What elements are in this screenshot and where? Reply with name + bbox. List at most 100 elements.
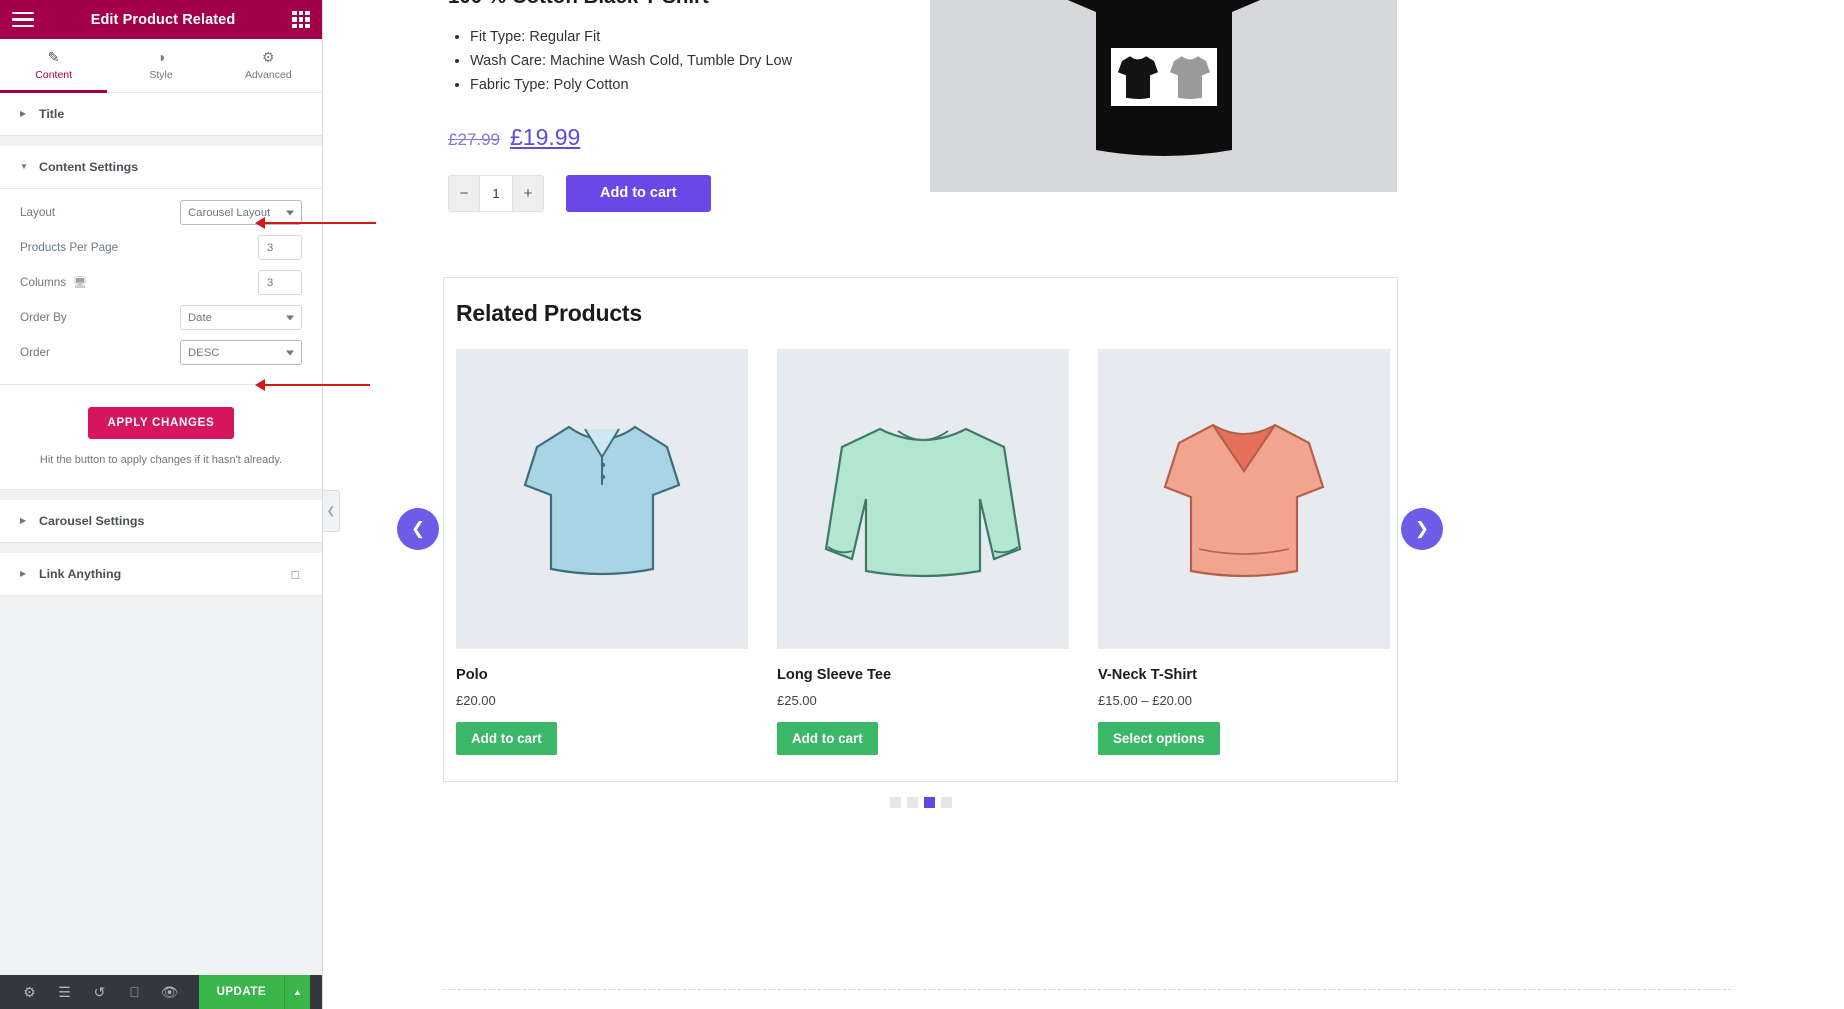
order-by-select[interactable]: Date: [180, 305, 302, 330]
gallery-thumb-black[interactable]: [1114, 51, 1162, 103]
carousel-next-button[interactable]: ❯: [1401, 508, 1443, 550]
carousel-pagination: [443, 797, 1398, 808]
chevron-down-icon: [286, 350, 294, 355]
columns-label: Columns 🖥: [20, 276, 258, 289]
section-carousel-settings-label: Carousel Settings: [39, 513, 145, 528]
panel-empty-space: [0, 595, 322, 975]
order-label: Order: [20, 346, 50, 359]
related-products-widget: Related Products Polo £20.00 Add to cart…: [443, 277, 1398, 782]
gallery-thumbnails: [1110, 48, 1217, 106]
responsive-icon[interactable]: ⎕: [117, 984, 152, 1001]
product-card-price: £20.00: [456, 693, 496, 708]
update-group: UPDATE ▲: [198, 975, 310, 1009]
polo-shirt-icon: [523, 425, 681, 576]
chevron-up-icon[interactable]: ▲: [284, 975, 310, 1009]
product-info: 100 % Cotton Black T-Shirt Fit Type: Reg…: [448, 0, 1008, 212]
products-per-page-input[interactable]: 3: [258, 235, 302, 260]
product-card-price: £15.00 – £20.00: [1098, 693, 1192, 708]
eye-icon[interactable]: 👁: [152, 984, 187, 1001]
section-link-anything-label: Link Anything: [39, 566, 122, 581]
long-sleeve-tee-icon: [824, 427, 1022, 578]
annotation-arrow-order: [255, 379, 370, 391]
section-dashed-divider: [443, 989, 1731, 990]
related-products-heading: Related Products: [456, 300, 642, 326]
product-card[interactable]: Long Sleeve Tee £25.00 Add to cart: [777, 349, 1069, 755]
contrast-icon: ◑: [156, 49, 166, 65]
desktop-icon[interactable]: 🖥: [73, 276, 87, 289]
order-select[interactable]: DESC: [180, 340, 302, 365]
pencil-icon: ✎: [47, 49, 60, 65]
product-card-image[interactable]: [777, 349, 1069, 649]
chevron-right-icon: ❯: [1414, 519, 1430, 538]
content-settings-controls: Layout Carousel Layout Products Per Page…: [0, 189, 322, 385]
section-divider: [0, 136, 322, 146]
carousel-dot-active[interactable]: [923, 797, 935, 808]
panel-footer: ⚙ ☰ ↺ ⎕ 👁 UPDATE ▲: [0, 975, 322, 1009]
chevron-down-icon: [286, 315, 294, 320]
gallery-thumb-grey[interactable]: [1166, 51, 1214, 103]
apply-changes-button[interactable]: APPLY CHANGES: [87, 407, 235, 439]
tab-style-label: Style: [149, 69, 173, 81]
section-content-settings[interactable]: ▼ Content Settings: [0, 146, 322, 189]
product-card[interactable]: V-Neck T-Shirt £15.00 – £20.00 Select op…: [1098, 349, 1390, 755]
quantity-value[interactable]: 1: [479, 175, 513, 211]
product-card-image[interactable]: [1098, 349, 1390, 649]
columns-input[interactable]: 3: [258, 270, 302, 295]
chevron-left-icon: ❮: [410, 519, 426, 538]
gear-icon: ⚙: [262, 49, 275, 65]
product-gallery: Y H: [930, 0, 1397, 192]
quantity-decrease-button[interactable]: −: [449, 175, 479, 211]
panel-tabs: ✎ Content ◑ Style ⚙ Advanced: [0, 39, 322, 93]
elementor-panel: Edit Product Related ✎ Content ◑ Style ⚙…: [0, 0, 323, 1009]
control-products-per-page: Products Per Page 3: [20, 230, 302, 265]
product-title: 100 % Cotton Black T-Shirt: [448, 0, 1008, 11]
chevron-right-icon: ▶: [20, 568, 27, 578]
price-sale: £19.99: [510, 123, 581, 150]
product-price: £27.99 £19.99: [448, 124, 1008, 151]
product-card[interactable]: Polo £20.00 Add to cart: [456, 349, 748, 755]
order-by-value: Date: [188, 311, 212, 324]
tab-advanced-label: Advanced: [244, 69, 292, 81]
panel-header: Edit Product Related: [0, 0, 322, 39]
section-divider: [0, 542, 322, 553]
order-value: DESC: [188, 346, 220, 359]
carousel-dot[interactable]: [889, 797, 901, 808]
carousel-dot[interactable]: [906, 797, 918, 808]
list-item: Fit Type: Regular Fit: [470, 25, 1008, 49]
product-card-price: £25.00: [777, 693, 817, 708]
layers-icon[interactable]: ☰: [47, 984, 82, 1001]
tab-advanced[interactable]: ⚙ Advanced: [215, 39, 322, 92]
tab-style[interactable]: ◑ Style: [107, 39, 214, 92]
editor-canvas: 100 % Cotton Black T-Shirt Fit Type: Reg…: [324, 0, 1844, 1009]
panel-title: Edit Product Related: [90, 11, 236, 28]
quantity-increase-button[interactable]: +: [513, 175, 543, 211]
grid-icon[interactable]: [292, 10, 310, 29]
product-card-button[interactable]: Add to cart: [456, 722, 557, 755]
chevron-down-icon: [286, 210, 294, 215]
order-by-label: Order By: [20, 311, 67, 324]
editor-screen: Edit Product Related ✎ Content ◑ Style ⚙…: [0, 0, 1844, 1009]
carousel-dot[interactable]: [940, 797, 952, 808]
products-per-page-value: 3: [267, 241, 274, 254]
section-link-anything[interactable]: ▶ Link Anything ◇: [0, 552, 322, 596]
section-title[interactable]: ▶ Title: [0, 93, 322, 136]
section-carousel-settings[interactable]: ▶ Carousel Settings: [0, 499, 322, 543]
tab-content[interactable]: ✎ Content: [0, 39, 108, 93]
apply-changes-box: APPLY CHANGES Hit the button to apply ch…: [0, 385, 322, 490]
update-button[interactable]: UPDATE: [198, 975, 284, 1009]
layout-label: Layout: [20, 206, 56, 219]
history-icon[interactable]: ↺: [82, 984, 117, 1001]
product-card-image[interactable]: [456, 349, 748, 649]
carousel-prev-button[interactable]: ❮: [397, 508, 439, 550]
add-to-cart-button[interactable]: Add to cart: [566, 174, 711, 212]
quantity-stepper: − 1 +: [448, 174, 544, 212]
price-original: £27.99: [448, 129, 500, 149]
tab-content-label: Content: [35, 69, 73, 81]
list-item: Fabric Type: Poly Cotton: [470, 73, 1008, 97]
section-content-settings-label: Content Settings: [39, 160, 139, 174]
gear-icon[interactable]: ⚙: [12, 984, 47, 1001]
product-card-button[interactable]: Select options: [1098, 722, 1220, 755]
product-card-button[interactable]: Add to cart: [777, 722, 878, 755]
panel-collapse-handle[interactable]: ❮: [323, 490, 340, 532]
hamburger-icon[interactable]: [12, 11, 34, 28]
